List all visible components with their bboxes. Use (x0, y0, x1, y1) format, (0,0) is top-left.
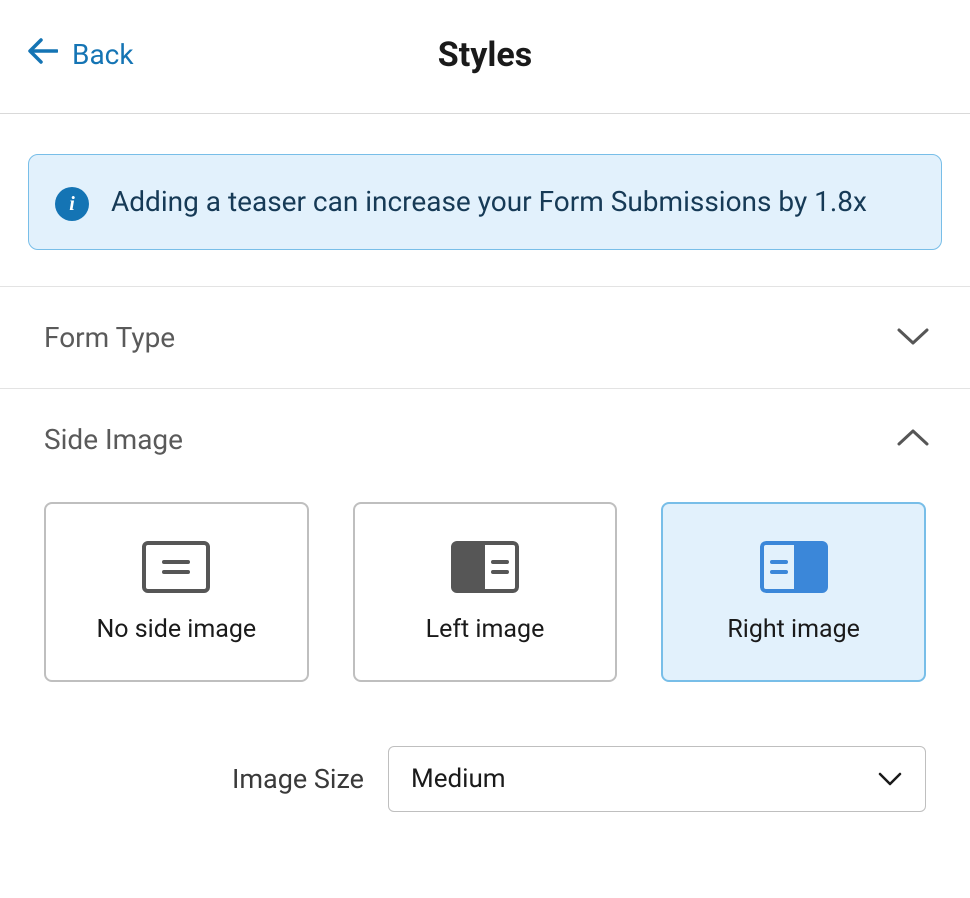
accordion-form-type-label: Form Type (44, 321, 175, 354)
image-size-select[interactable]: Medium (388, 746, 926, 812)
accordion-side-image-label: Side Image (44, 423, 183, 456)
image-size-label: Image Size (44, 763, 364, 795)
chevron-down-icon (877, 764, 903, 794)
accordion-side-image[interactable]: Side Image (0, 389, 970, 490)
chevron-up-icon (896, 428, 930, 452)
page-header: Back Styles (0, 0, 970, 114)
info-icon: i (55, 187, 89, 221)
image-size-field: Image Size Medium (0, 718, 970, 832)
option-label: Left image (426, 615, 545, 644)
page-title: Styles (438, 35, 532, 75)
info-banner-text: Adding a teaser can increase your Form S… (111, 181, 867, 223)
back-button[interactable]: Back (28, 38, 134, 71)
back-label: Back (72, 38, 134, 71)
option-label: No side image (96, 615, 256, 644)
side-image-options: No side image Left image (44, 502, 926, 682)
chevron-down-icon (896, 326, 930, 350)
accordion-form-type[interactable]: Form Type (0, 287, 970, 389)
arrow-left-icon (28, 38, 58, 71)
left-image-icon (451, 541, 519, 593)
option-no-side-image[interactable]: No side image (44, 502, 309, 682)
right-image-icon (760, 541, 828, 593)
no-side-image-icon (142, 541, 210, 593)
image-size-value: Medium (411, 764, 506, 794)
info-banner: i Adding a teaser can increase your Form… (28, 154, 942, 250)
option-right-image[interactable]: Right image (661, 502, 926, 682)
option-label: Right image (727, 615, 860, 644)
option-left-image[interactable]: Left image (353, 502, 618, 682)
